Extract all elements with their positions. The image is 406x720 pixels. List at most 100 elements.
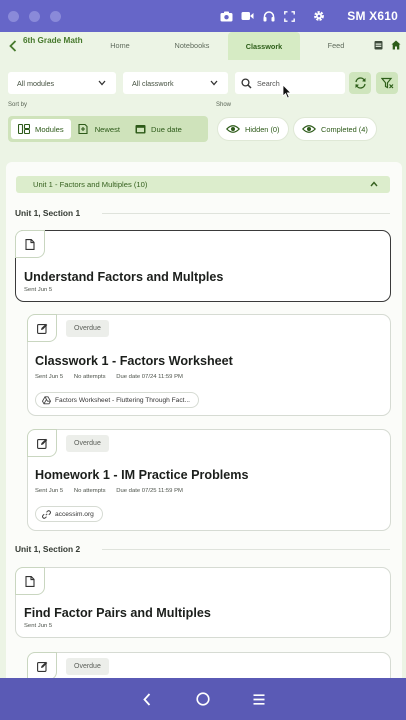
attachment-label: Factors Worksheet - Fluttering Through F… [55,396,190,404]
device-name: SM X610 [347,9,398,23]
filter-off-icon [380,77,394,89]
sent-date: Sent Jun 5 [35,488,64,494]
card-meta: Sent Jun 5 [24,623,61,629]
edit-icon [36,323,48,334]
tab-home[interactable]: Home [84,32,156,58]
back-chevron-icon[interactable] [8,40,18,52]
clear-filter-button[interactable] [376,72,398,94]
tab-feed[interactable]: Feed [300,32,372,58]
nav-recents-button[interactable] [231,678,287,720]
due-date: Due date 07/24 11:59 PM [116,374,183,380]
window-minimize-dot[interactable] [29,10,40,22]
document-icon [25,575,36,587]
status-badge: Overdue [66,320,109,337]
sent-date: Sent Jun 5 [35,374,64,380]
camera-icon[interactable] [220,10,233,23]
refresh-button[interactable] [349,72,371,94]
attachment-chip[interactable]: Factors Worksheet - Fluttering Through F… [35,392,199,408]
sent-date: Sent Jun 5 [24,287,53,293]
chevron-up-icon [370,181,378,187]
unit-title: Unit 1 - Factors and Multiples (10) [33,180,148,189]
system-nav-bar [0,678,406,720]
home-circle-icon [196,692,210,706]
search-placeholder: Search [257,78,280,88]
status-badge: Overdue [66,435,109,452]
card-type-tab [15,567,45,595]
card-meta: Sent Jun 5 No attempts Due date 07/24 11… [35,374,192,380]
new-document-icon [78,124,90,134]
eye-icon [226,124,240,134]
material-card[interactable]: Find Factor Pairs and Multiples Sent Jun… [15,567,391,638]
nav-back-button[interactable] [119,678,175,720]
calendar-icon [134,124,146,134]
attachment-chip[interactable]: accessim.org [35,506,103,522]
window-titlebar: SM X610 [0,0,406,32]
eye-icon [302,124,316,134]
mouse-cursor-icon [282,84,292,99]
back-icon [143,692,151,706]
attempts: No attempts [73,488,106,494]
show-hidden-toggle[interactable]: Hidden (0) [217,117,289,141]
search-icon [241,77,252,89]
sort-modules-button[interactable]: Modules [11,119,71,139]
calendar-icon[interactable] [373,40,383,50]
app-header: 6th Grade Math Home Notebooks Classwork … [0,32,406,62]
sort-due-date-button[interactable]: Due date [127,119,189,139]
drive-icon [42,395,51,405]
window-maximize-dot[interactable] [50,10,61,22]
assignment-card[interactable]: Overdue [27,652,391,678]
filters-row: All modules All classwork Search [0,72,406,94]
show-completed-toggle[interactable]: Completed (4) [293,117,377,141]
material-card[interactable]: Understand Factors and Multples Sent Jun… [15,230,391,302]
refresh-icon [354,77,367,89]
modules-select[interactable]: All modules [8,72,116,94]
sort-label: Sort by [8,102,28,108]
video-icon[interactable] [241,10,254,23]
chevron-down-icon [210,80,218,86]
sent-date: Sent Jun 5 [24,623,53,629]
app-window: 6th Grade Math Home Notebooks Classwork … [0,32,406,678]
attachment-label: accessim.org [55,510,94,518]
card-title: Understand Factors and Multples [24,270,224,284]
window-close-dot[interactable] [8,10,19,22]
link-icon [42,509,51,519]
sort-due-date-label: Due date [151,124,182,134]
chevron-down-icon [98,80,106,86]
card-title: Find Factor Pairs and Multiples [24,606,211,620]
unit-header[interactable]: Unit 1 - Factors and Multiples (10) [16,176,390,193]
sort-newest-button[interactable]: Newest [71,119,127,139]
card-type-tab [27,429,57,457]
show-completed-label: Completed (4) [321,124,368,134]
card-type-tab [27,652,57,678]
nav-home-button[interactable] [175,678,231,720]
card-title: Classwork 1 - Factors Worksheet [35,354,233,368]
assignment-card[interactable]: Overdue Classwork 1 - Factors Worksheet … [27,314,391,416]
card-meta: Sent Jun 5 No attempts Due date 07/25 11… [35,488,192,494]
sort-segmented-control: Modules Newest Due date [8,116,208,142]
section-title: Unit 1, Section 2 [15,544,81,554]
card-title: Homework 1 - IM Practice Problems [35,468,249,482]
modules-select-value: All modules [17,78,55,88]
card-type-tab [27,314,57,342]
modules-icon [18,124,30,134]
home-icon[interactable] [391,40,401,50]
card-type-tab [15,230,45,258]
classwork-select-value: All classwork [132,78,174,88]
tab-classwork[interactable]: Classwork [228,32,300,60]
tab-notebooks[interactable]: Notebooks [156,32,228,58]
nav-tabs: Home Notebooks Classwork Feed [84,32,372,62]
assignment-card[interactable]: Overdue Homework 1 - IM Practice Problem… [27,429,391,531]
section-title: Unit 1, Section 1 [15,208,81,218]
show-hidden-label: Hidden (0) [245,124,280,134]
section-divider [102,213,390,214]
gear-icon[interactable] [312,10,325,23]
course-title[interactable]: 6th Grade Math [23,35,83,46]
document-icon [25,238,36,250]
due-date: Due date 07/25 11:59 PM [116,488,183,494]
show-label: Show [216,102,232,108]
attempts: No attempts [73,374,106,380]
classwork-select[interactable]: All classwork [123,72,228,94]
fullscreen-icon[interactable] [283,10,296,23]
classwork-list: Unit 1 - Factors and Multiples (10) Unit… [6,162,402,678]
headphones-icon[interactable] [262,10,275,23]
